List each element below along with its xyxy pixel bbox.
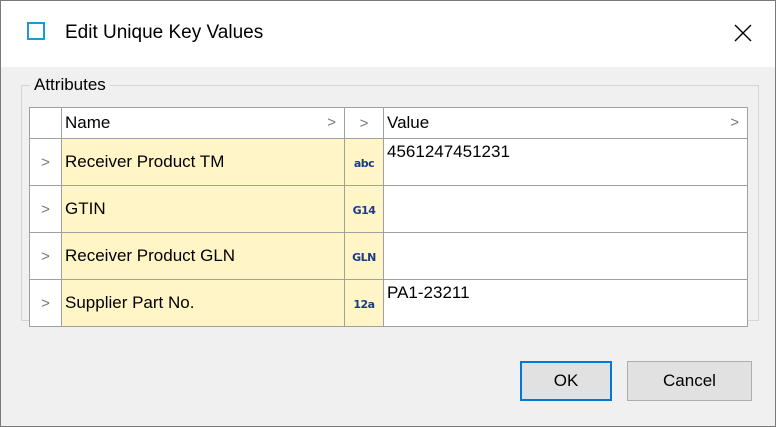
attribute-name-cell: GTIN [61,185,345,233]
column-header-name-label: Name [65,113,111,132]
chevron-right-icon[interactable]: > [41,295,50,312]
attribute-name-cell: Supplier Part No. [61,279,345,327]
close-icon [734,24,752,42]
chevron-right-icon[interactable]: > [41,154,50,171]
table-row[interactable]: > Receiver Product GLN GLN [29,232,748,280]
column-header-value-label: Value [387,113,430,132]
table-row[interactable]: > GTIN G14 [29,185,748,233]
value-cell[interactable]: 4561247451231 [383,138,748,186]
close-button[interactable] [725,15,761,51]
value-cell[interactable]: PA1-23211 [383,279,748,327]
row-expander[interactable]: > [29,279,62,327]
attribute-name-cell: Receiver Product TM [61,138,345,186]
chevron-right-icon[interactable]: > [41,248,50,265]
chevron-right-icon[interactable]: > [730,109,739,138]
table-header-row: Name > > Value > [29,107,748,139]
attribute-name-cell: Receiver Product GLN [61,232,345,280]
column-header-value[interactable]: Value > [383,107,748,139]
chevron-right-icon[interactable]: > [360,115,369,132]
column-header-type[interactable]: > [344,107,384,139]
gtin14-type-icon: G14 [352,204,376,217]
value-cell[interactable] [383,185,748,233]
title-bar: Edit Unique Key Values [1,1,775,67]
table-row[interactable]: > Receiver Product TM abc 4561247451231 [29,138,748,186]
value-cell[interactable] [383,232,748,280]
ok-button[interactable]: OK [520,361,612,401]
gln-type-icon: GLN [352,251,376,264]
chevron-right-icon[interactable]: > [327,109,336,138]
row-header-corner [29,107,62,139]
type-cell: GLN [344,232,384,280]
row-expander[interactable]: > [29,185,62,233]
cancel-button[interactable]: Cancel [627,361,752,401]
attributes-table: Name > > Value > > Receiver Product TM a… [29,107,748,327]
column-header-name[interactable]: Name > [61,107,345,139]
chevron-right-icon[interactable]: > [41,201,50,218]
row-expander[interactable]: > [29,138,62,186]
type-cell: abc [344,138,384,186]
type-cell: 12a [344,279,384,327]
text-type-icon: abc [353,157,375,170]
attributes-group-label: Attributes [34,75,106,94]
alphanumeric-type-icon: 12a [353,298,375,311]
row-expander[interactable]: > [29,232,62,280]
table-row[interactable]: > Supplier Part No. 12a PA1-23211 [29,279,748,327]
type-cell: G14 [344,185,384,233]
dialog-title: Edit Unique Key Values [65,22,264,43]
window-app-icon [27,22,45,40]
